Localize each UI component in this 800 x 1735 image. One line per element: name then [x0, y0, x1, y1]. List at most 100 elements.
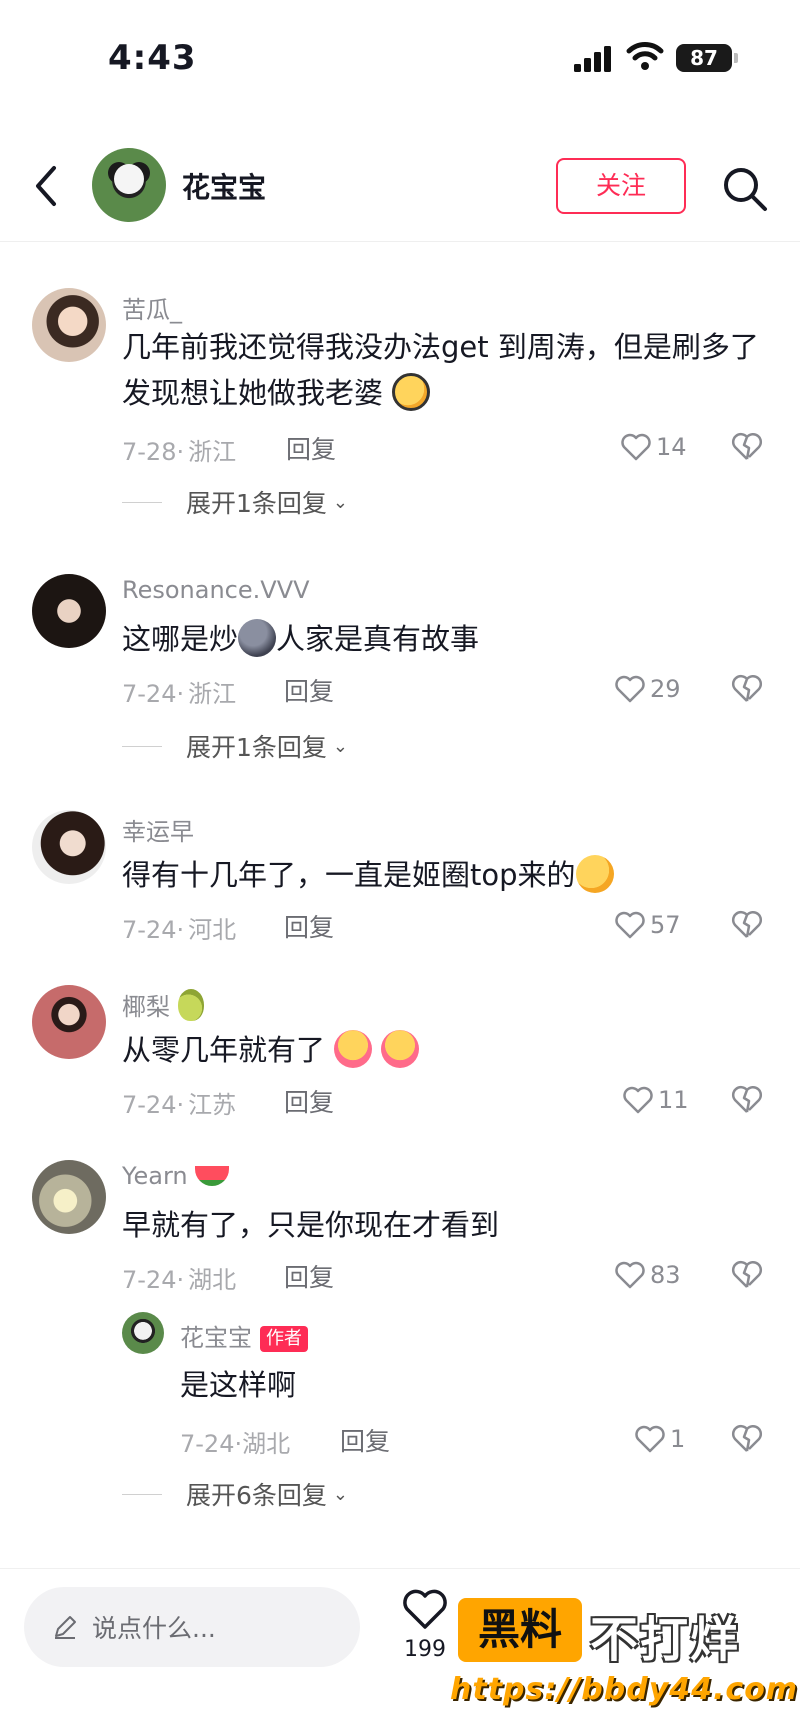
reply-button[interactable]: 回复	[340, 1422, 390, 1458]
user-avatar[interactable]	[32, 574, 106, 648]
like-button[interactable]: 14	[620, 430, 687, 464]
comment-text-content: 几年前我还觉得我没办法get 到周涛，但是刷多了发现想让她做我老婆	[122, 330, 759, 410]
dislike-broken-heart-icon[interactable]	[730, 1083, 764, 1115]
heart-icon	[623, 1086, 653, 1114]
reply-button[interactable]: 回复	[286, 430, 336, 466]
comment-date: 7-24	[122, 916, 177, 944]
like-button[interactable]: 83	[614, 1258, 681, 1292]
comment-date: 7-24	[122, 1091, 177, 1119]
like-count: 11	[658, 1086, 689, 1114]
comment-location: 浙江	[188, 438, 237, 466]
comment-meta: 7-24· 江苏	[122, 1091, 237, 1119]
like-button[interactable]: 29	[614, 672, 681, 706]
search-icon[interactable]	[722, 166, 768, 212]
like-button[interactable]: 11	[622, 1083, 689, 1117]
heart-icon	[615, 675, 645, 703]
expand-replies-button[interactable]: 展开1条回复 ⌄	[122, 728, 348, 764]
comment-location: 江苏	[188, 1091, 237, 1119]
expand-replies-label: 展开1条回复	[186, 733, 327, 762]
chevron-down-icon: ⌄	[332, 735, 348, 757]
expand-replies-label: 展开1条回复	[186, 489, 327, 518]
divider	[122, 501, 162, 503]
smirk-face-emoji-icon	[575, 855, 614, 893]
user-avatar[interactable]	[32, 1160, 106, 1234]
like-count: 1	[670, 1425, 686, 1453]
pear-emoji-icon	[177, 989, 204, 1021]
author-avatar[interactable]	[92, 148, 166, 222]
comment-meta: 7-24· 河北	[122, 916, 237, 944]
comment-username[interactable]: 幸运早	[122, 812, 194, 847]
comment-username[interactable]: Yearn	[122, 1162, 230, 1190]
watermark: 黑料 不打烊 https://bbdy44.com	[450, 1598, 797, 1726]
comment-username[interactable]: 苦瓜_	[122, 290, 182, 325]
author-name[interactable]: 花宝宝	[182, 166, 266, 206]
comment-text-part: 这哪是炒	[122, 622, 239, 656]
divider	[122, 1493, 162, 1495]
comment-text-content: 早就有了，只是你现在才看到	[122, 1208, 500, 1242]
comment-text: 几年前我还觉得我没办法get 到周涛，但是刷多了发现想让她做我老婆	[122, 324, 762, 416]
chevron-down-icon: ⌄	[332, 1483, 348, 1505]
expand-replies-label: 展开6条回复	[186, 1481, 327, 1510]
video-like-count: 199	[404, 1637, 446, 1662]
like-button[interactable]: 1	[634, 1422, 685, 1456]
comment-text-content: 从零几年就有了	[122, 1033, 326, 1067]
hugging-face-emoji-icon	[381, 1030, 420, 1068]
dislike-broken-heart-icon[interactable]	[730, 430, 764, 462]
reply-button[interactable]: 回复	[284, 908, 334, 944]
chevron-down-icon: ⌄	[332, 491, 348, 513]
reply-button[interactable]: 回复	[284, 1083, 334, 1119]
status-bar: 4:43 87	[0, 0, 800, 110]
user-avatar[interactable]	[32, 810, 106, 884]
cellular-signal-icon	[574, 46, 611, 72]
status-time: 4:43	[108, 38, 197, 78]
video-like-button[interactable]: 199	[398, 1587, 452, 1662]
dislike-broken-heart-icon[interactable]	[730, 672, 764, 704]
comment-username[interactable]: Resonance.VVV	[122, 576, 310, 604]
dislike-broken-heart-icon[interactable]	[730, 1422, 764, 1454]
follow-button[interactable]: 关注	[556, 158, 686, 214]
watermark-badge: 黑料	[458, 1598, 582, 1662]
comment-text-part: 人家是真有故事	[276, 622, 480, 656]
comment-text: 这哪是炒 人家是真有故事	[122, 616, 762, 662]
reply-button[interactable]: 回复	[284, 1258, 334, 1294]
user-avatar[interactable]	[32, 288, 106, 362]
heart-icon	[621, 433, 651, 461]
comment-username-text: 椰梨	[122, 993, 170, 1021]
like-count: 29	[650, 675, 681, 703]
heart-icon	[615, 1261, 645, 1289]
reply-button[interactable]: 回复	[284, 672, 334, 708]
comment-meta: 7-24· 湖北	[122, 1266, 237, 1294]
dislike-broken-heart-icon[interactable]	[730, 1258, 764, 1290]
hugging-face-emoji-icon	[334, 1030, 373, 1068]
back-arrow-icon[interactable]	[30, 164, 62, 208]
watermark-url: https://bbdy44.com	[450, 1672, 799, 1707]
comment-text: 从零几年就有了	[122, 1027, 762, 1073]
sub-reply-username-text: 花宝宝	[180, 1324, 252, 1352]
comment-meta: 7-28· 浙江	[122, 438, 237, 466]
dislike-broken-heart-icon[interactable]	[730, 908, 764, 940]
comment-location: 浙江	[188, 680, 237, 708]
like-button[interactable]: 57	[614, 908, 681, 942]
expand-replies-button[interactable]: 展开6条回复 ⌄	[122, 1476, 348, 1512]
expand-replies-button[interactable]: 展开1条回复 ⌄	[122, 484, 348, 520]
sub-reply-meta: 7-24·湖北	[180, 1430, 291, 1458]
comment-username[interactable]: 椰梨	[122, 987, 204, 1022]
watermelon-emoji-icon	[195, 1166, 230, 1186]
like-count: 57	[650, 911, 681, 939]
like-count: 14	[656, 433, 687, 461]
comment-text-content: 得有十几年了，一直是姬圈top来的	[122, 858, 576, 892]
comment-date: 7-24	[122, 1266, 177, 1294]
comment-input[interactable]: 说点什么...	[24, 1587, 360, 1667]
sub-reply-date: 7-24	[180, 1430, 235, 1458]
gray-face-emoji-icon	[238, 619, 277, 657]
wifi-icon	[626, 42, 664, 70]
comment-meta: 7-24· 浙江	[122, 680, 237, 708]
sub-reply-text: 是这样啊	[180, 1368, 297, 1402]
sub-reply-username[interactable]: 花宝宝 作者	[180, 1318, 308, 1353]
heart-icon	[615, 911, 645, 939]
watermark-text: 不打烊	[590, 1612, 741, 1668]
worried-face-emoji-icon	[392, 373, 431, 411]
user-avatar[interactable]	[32, 985, 106, 1059]
author-reply-avatar[interactable]	[122, 1312, 164, 1354]
comment-username-text: Yearn	[122, 1162, 188, 1190]
